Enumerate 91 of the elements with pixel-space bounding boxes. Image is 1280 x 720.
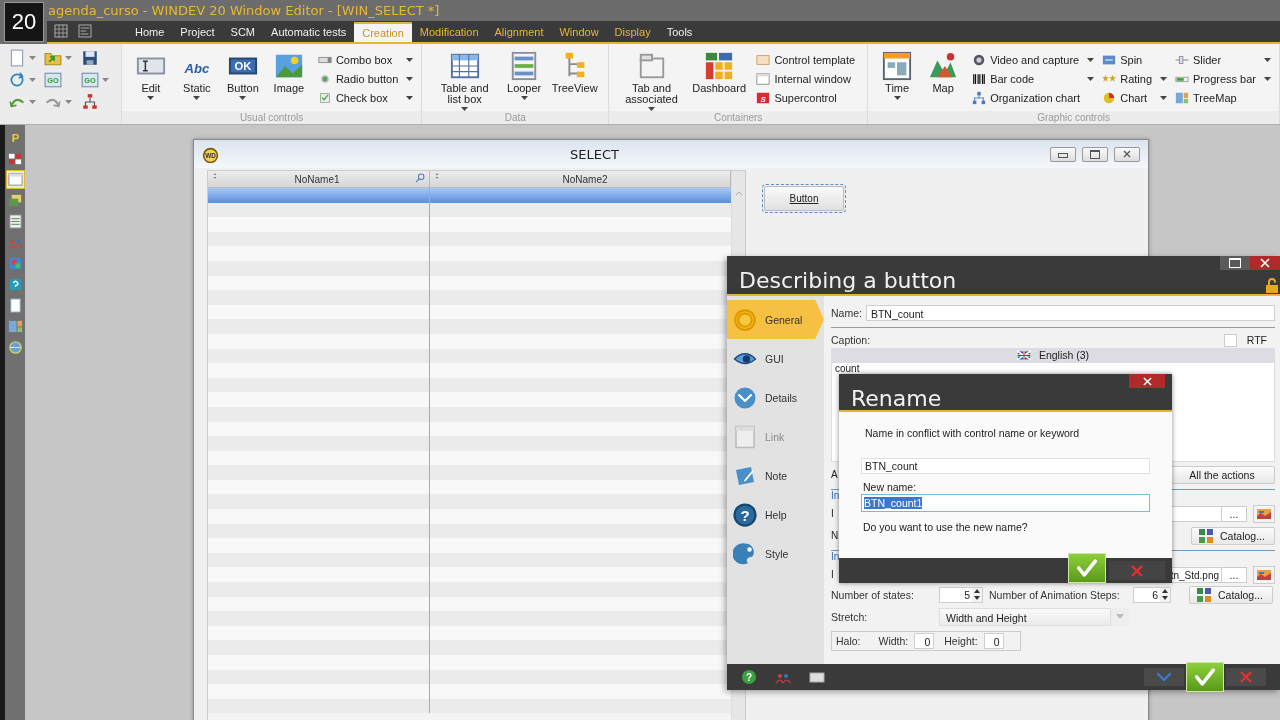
- ribbon-button[interactable]: OK Button: [221, 48, 264, 100]
- app-logo: 20: [4, 2, 44, 42]
- window-title: agenda_curso - WINDEV 20 Window Editor - [WIN_SELECT *]: [48, 3, 440, 18]
- height-field[interactable]: 0: [983, 633, 1004, 649]
- language-bar[interactable]: English (3): [831, 348, 1275, 362]
- ribbon-button[interactable]: Progress bar: [1175, 71, 1271, 87]
- section-title: In: [831, 490, 839, 501]
- help-icon: ?: [733, 502, 757, 527]
- ribbon-button[interactable]: Edit: [129, 48, 172, 100]
- catalog-button[interactable]: Catalog...: [1189, 585, 1273, 604]
- ribbon-button[interactable]: S Supercontrol: [756, 90, 860, 106]
- nav-item[interactable]: Style: [727, 534, 824, 573]
- ribbon-button[interactable]: Chart: [1102, 90, 1167, 106]
- ribbon-button[interactable]: Radio button: [317, 71, 414, 87]
- ribbon-tab[interactable]: Project: [172, 22, 223, 42]
- ribbon-tab[interactable]: Home: [127, 22, 173, 42]
- go-icon: GO: [44, 71, 63, 89]
- field-label: Stretch:: [831, 610, 869, 623]
- spin-field[interactable]: 5: [939, 586, 983, 603]
- ribbon-button[interactable]: Video and capture: [972, 52, 1095, 68]
- group-label: Graphic controls: [868, 111, 1279, 124]
- ribbon-tab[interactable]: Automatic tests: [263, 22, 355, 42]
- dialog-title: Rename: [850, 385, 943, 411]
- message: Name in conflict with control name or keyword: [865, 427, 1081, 439]
- question: Do you want to use the new name?: [863, 521, 1029, 533]
- catalog-button[interactable]: Catalog...: [1191, 526, 1275, 545]
- ribbon-tab[interactable]: SCM: [222, 22, 264, 42]
- ribbon-button[interactable]: Spin: [1102, 52, 1167, 68]
- group-label: Usual controls: [121, 111, 422, 124]
- ribbon-button[interactable]: Table and list box: [430, 48, 500, 111]
- ribbon-tab[interactable]: Modification: [411, 22, 487, 42]
- column-header[interactable]: NoName1: [208, 171, 431, 188]
- group-label: Containers: [609, 111, 868, 124]
- ribbon-button[interactable]: Tab and associated: [617, 48, 686, 111]
- dropdown[interactable]: Width and Height: [939, 607, 1111, 626]
- field-label: New name:: [863, 481, 918, 493]
- nav-item[interactable]: General: [727, 300, 824, 339]
- field-label: Number of states:: [831, 588, 915, 601]
- ribbon-button[interactable]: Bar code: [972, 71, 1095, 87]
- ribbon-button[interactable]: TreeView: [549, 48, 601, 94]
- ribbon-button[interactable]: Map: [922, 48, 965, 94]
- text-style-icon: Abc: [181, 51, 212, 81]
- ribbon-tab[interactable]: Alignment: [486, 22, 552, 42]
- ribbon-button[interactable]: Organization chart: [972, 90, 1095, 106]
- field-label: Name:: [831, 307, 862, 319]
- field-label: N: [831, 530, 839, 541]
- ribbon-tab[interactable]: Window: [551, 22, 607, 42]
- ribbon-button[interactable]: Slider: [1175, 52, 1271, 68]
- browse-button[interactable]: ...: [1221, 505, 1247, 522]
- ribbon-button[interactable]: Looper: [503, 48, 546, 100]
- window-title: SELECT: [569, 146, 620, 162]
- nav-item[interactable]: Note: [727, 456, 824, 495]
- field-label: Halo:: [836, 635, 861, 647]
- nav-item[interactable]: GUI: [727, 339, 824, 378]
- ribbon-button[interactable]: Rating: [1102, 71, 1167, 87]
- ribbon-button[interactable]: Dashboard: [689, 48, 749, 94]
- ribbon-button[interactable]: Internal window: [756, 71, 860, 87]
- ribbon-tab[interactable]: Display: [606, 22, 659, 42]
- field-label: I: [831, 569, 835, 580]
- field-label: Height:: [944, 635, 978, 647]
- section-title: In: [831, 551, 839, 562]
- column-header[interactable]: NoName2: [430, 171, 731, 188]
- ribbon-button[interactable]: Time: [876, 48, 919, 100]
- language-label: English (3): [1038, 349, 1090, 361]
- field-label: Width:: [878, 635, 909, 647]
- actions-button[interactable]: All the actions: [1169, 465, 1275, 484]
- ribbon-button[interactable]: Check box: [317, 90, 414, 106]
- field-label: A: [831, 469, 839, 480]
- field-label: Number of Animation Steps:: [989, 588, 1121, 601]
- width-field[interactable]: 0: [914, 633, 935, 649]
- supercontrol-icon: S: [756, 91, 771, 105]
- nav-item[interactable]: ? Help: [727, 495, 824, 534]
- ribbon-button[interactable]: Image: [267, 48, 310, 94]
- group-label: Data: [422, 111, 609, 124]
- name-field: BTN_count: [861, 458, 1150, 474]
- ribbon-button[interactable]: Control template: [756, 52, 860, 68]
- ribbon-button[interactable]: TreeMap: [1175, 90, 1271, 106]
- spin-field[interactable]: 6: [1133, 586, 1171, 603]
- ribbon-button[interactable]: Combo box: [317, 52, 414, 68]
- ribbon-tab[interactable]: Tools: [658, 22, 701, 42]
- dialog-title: Describing a button: [738, 267, 958, 294]
- button-control[interactable]: Button: [764, 186, 844, 211]
- ribbon-button[interactable]: Abc Static: [175, 48, 218, 100]
- go-icon: GO: [80, 71, 99, 89]
- checkbox-label: RTF: [1246, 334, 1267, 346]
- nav-item[interactable]: Details: [727, 378, 824, 417]
- field-label: Caption:: [831, 334, 872, 346]
- input-field[interactable]: BTN_count1: [861, 494, 1150, 512]
- browse-button[interactable]: ...: [1221, 566, 1247, 583]
- field-label: I: [831, 508, 835, 519]
- name-field[interactable]: BTN_count: [865, 305, 1275, 321]
